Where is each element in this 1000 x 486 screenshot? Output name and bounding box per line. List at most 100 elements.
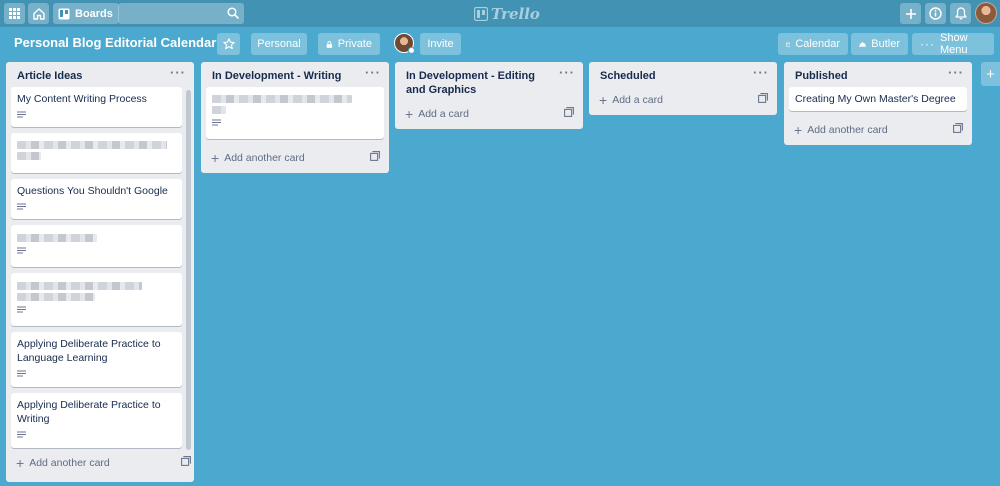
description-icon [17,247,26,254]
list-scrollbar[interactable] [186,90,191,450]
list-in-development-writing: In Development - Writing ··· + Add anoth… [201,62,389,173]
plus-icon: + [405,106,414,122]
butler-button[interactable]: Butler [851,33,908,55]
list-scheduled: Scheduled ··· + Add a card [589,62,777,115]
card-template-icon[interactable] [953,123,963,133]
star-board-button[interactable] [217,33,240,55]
boards-label: Boards [75,7,113,20]
card[interactable] [11,133,182,173]
visibility-button[interactable]: Private [318,33,380,55]
boards-icon [58,8,70,19]
grid-icon [9,8,20,19]
team-button[interactable]: Personal [251,33,307,55]
list-menu-icon[interactable]: ··· [753,66,769,80]
list-menu-icon[interactable]: ··· [170,66,186,80]
home-icon [32,7,45,20]
add-card-label: Add a card [612,94,663,106]
plus-icon: + [794,122,803,138]
list-header[interactable]: In Development - Editing and Graphics ··… [395,62,583,101]
card-title: My Content Writing Process [17,93,147,105]
redacted-card-title [212,106,226,114]
info-button[interactable] [925,3,946,24]
card-title: Questions You Shouldn't Google [17,185,168,197]
trello-logo[interactable]: Trello [474,4,540,23]
card[interactable]: My Content Writing Process [11,87,182,127]
card[interactable]: Creating My Own Master's Degree [789,87,967,111]
card[interactable] [11,273,182,326]
list-menu-icon[interactable]: ··· [365,66,381,80]
card-title: Creating My Own Master's Degree [795,93,956,105]
logo-text: Trello [491,4,540,23]
info-icon [929,7,942,20]
redacted-card-title [17,152,41,160]
create-button[interactable] [900,3,921,24]
card[interactable] [206,87,384,139]
list-title[interactable]: In Development - Writing [212,70,341,82]
plus-icon: + [211,150,220,166]
card-template-icon[interactable] [181,456,191,466]
description-icon [17,111,26,118]
list-header[interactable]: Published ··· [784,62,972,87]
add-card-label: Add another card [807,124,888,136]
card-template-icon[interactable] [564,107,574,117]
invite-button[interactable]: Invite [420,33,461,55]
invite-label: Invite [427,38,454,50]
redacted-card-title [17,141,167,149]
list-in-development-editing-and-graphics: In Development - Editing and Graphics ··… [395,62,583,129]
card[interactable]: Applying Deliberate Practice to Writing [11,393,182,448]
card-template-icon[interactable] [370,151,380,161]
board-title[interactable]: Personal Blog Editorial Calendar [14,35,216,50]
description-icon [17,306,26,313]
visibility-label: Private [337,38,372,50]
card[interactable]: Applying Deliberate Practice to Language… [11,332,182,387]
list-title[interactable]: Published [795,70,848,82]
card[interactable]: Questions You Shouldn't Google [11,179,182,219]
redacted-card-title [17,282,142,290]
star-icon [222,38,235,50]
add-card-button[interactable]: + Add a card [589,87,777,115]
more-icon: ··· [920,37,935,51]
trello-logo-icon [474,6,488,21]
description-icon [212,119,221,126]
admin-badge-icon [408,47,415,54]
search-icon[interactable] [227,7,239,19]
list-title[interactable]: In Development - Editing and Graphics [406,70,535,96]
lock-icon [326,40,333,48]
description-icon [17,370,26,377]
boards-button[interactable]: Boards [53,3,119,24]
card-title: Applying Deliberate Practice to Writing [17,399,161,425]
description-icon [17,203,26,210]
add-card-label: Add another card [224,152,305,164]
card-template-icon[interactable] [758,93,768,103]
card-title: Applying Deliberate Practice to Language… [17,338,161,364]
add-card-button[interactable]: + Add a card [395,101,583,129]
add-card-button[interactable]: + Add another card [6,450,194,478]
search-input[interactable] [118,3,244,24]
add-card-label: Add a card [418,108,469,120]
bell-icon [954,7,967,20]
add-card-button[interactable]: + Add another card [201,145,389,173]
home-button[interactable] [28,3,49,24]
calendar-label: Calendar [795,38,840,50]
redacted-card-title [17,293,95,301]
redacted-card-title [17,234,97,242]
list-menu-icon[interactable]: ··· [948,66,964,80]
calendar-button[interactable]: Calendar [778,33,848,55]
list-title[interactable]: Scheduled [600,70,656,82]
list-header[interactable]: Article Ideas ··· [6,62,194,87]
list-header[interactable]: Scheduled ··· [589,62,777,87]
notifications-button[interactable] [950,3,971,24]
redacted-card-title [212,95,352,103]
card[interactable] [11,225,182,267]
add-card-button[interactable]: + Add another card [784,117,972,145]
description-icon [17,431,26,438]
user-avatar[interactable] [975,2,997,24]
list-published: Published ··· Creating My Own Master's D… [784,62,972,145]
add-list-button[interactable]: + [981,62,1000,86]
team-label: Personal [257,38,301,50]
list-title[interactable]: Article Ideas [17,70,82,82]
list-menu-icon[interactable]: ··· [559,66,575,80]
apps-grid-button[interactable] [4,3,25,24]
list-header[interactable]: In Development - Writing ··· [201,62,389,87]
show-menu-button[interactable]: ··· Show Menu [912,32,994,56]
